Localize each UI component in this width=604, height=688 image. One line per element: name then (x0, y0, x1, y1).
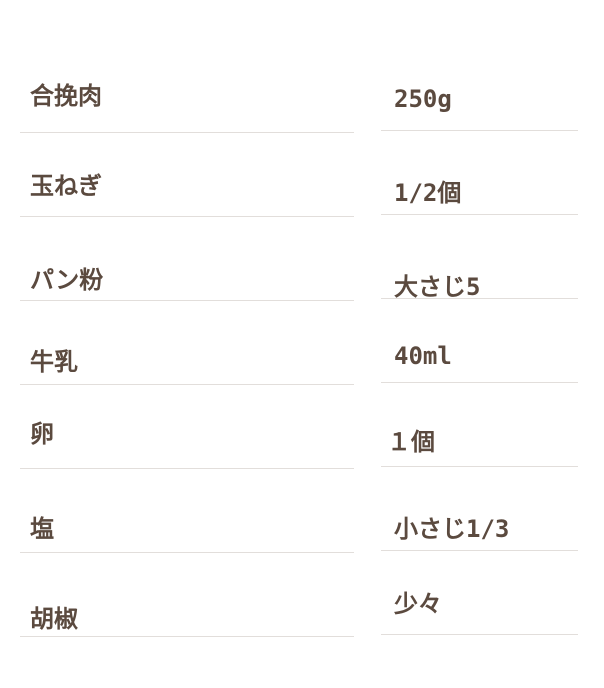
ingredient-amount: 少々 (394, 590, 442, 618)
ingredient-name: 塩 (30, 515, 54, 543)
ingredient-amount-cell: 40ml (381, 324, 578, 383)
ingredient-name-cell: 胡椒 (20, 576, 354, 637)
ingredient-amount-cell: １個 (381, 408, 578, 467)
ingredient-amount: 小さじ1/3 (394, 515, 510, 543)
ingredient-name-cell: 塩 (20, 492, 354, 553)
ingredient-amount-cell: 小さじ1/3 (381, 492, 578, 551)
ingredient-table: 合挽肉 250g 玉ねぎ 1/2個 パン粉 大さじ5 牛乳 40ml 卵 １個 … (0, 0, 604, 688)
ingredient-amount-cell: 250g (381, 72, 578, 131)
ingredient-amount-cell: 大さじ5 (381, 240, 578, 299)
ingredient-name-cell: 牛乳 (20, 324, 354, 385)
ingredient-name: 牛乳 (30, 348, 78, 376)
ingredient-amount-cell: 少々 (381, 576, 578, 635)
ingredient-amount: 40ml (394, 342, 452, 370)
ingredient-name: パン粉 (30, 266, 104, 294)
ingredient-amount: 1/2個 (394, 179, 462, 207)
ingredient-amount-cell: 1/2個 (381, 156, 578, 215)
ingredient-name-cell: 玉ねぎ (20, 156, 354, 217)
ingredient-name: 卵 (30, 420, 54, 448)
ingredient-amount: 大さじ5 (394, 273, 481, 301)
ingredient-name-cell: パン粉 (20, 240, 354, 301)
ingredient-name: 胡椒 (30, 605, 78, 633)
ingredient-amount: 250g (394, 85, 452, 113)
ingredient-name-cell: 卵 (20, 408, 354, 469)
ingredient-name-cell: 合挽肉 (20, 72, 354, 133)
ingredient-amount: １個 (387, 428, 435, 456)
ingredient-name: 合挽肉 (30, 82, 102, 110)
ingredient-name: 玉ねぎ (30, 172, 102, 200)
